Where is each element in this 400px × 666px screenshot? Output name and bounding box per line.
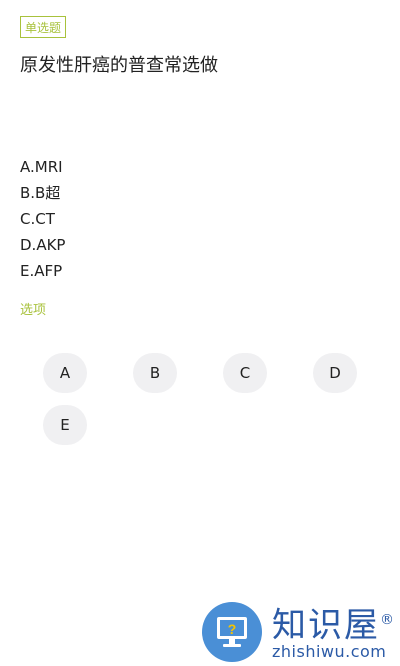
choice-button-c[interactable]: C	[223, 353, 267, 393]
question-page: 单选题 原发性肝癌的普查常选做 A.MRI B.B超 C.CT D.AKP E.…	[0, 0, 400, 666]
choice-button-a[interactable]: A	[43, 353, 87, 393]
choice-button-b[interactable]: B	[133, 353, 177, 393]
choice-button-d[interactable]: D	[313, 353, 357, 393]
option-item-d: D.AKP	[20, 236, 66, 254]
option-item-b: B.B超	[20, 184, 61, 202]
choice-button-e[interactable]: E	[43, 405, 87, 445]
question-type-tag: 单选题	[20, 16, 67, 38]
svg-text:?: ?	[228, 621, 237, 637]
question-text: 原发性肝癌的普查常选做	[20, 55, 218, 76]
choices-label: 选项	[20, 303, 47, 318]
option-item-a: A.MRI	[20, 158, 63, 176]
option-item-c: C.CT	[20, 210, 55, 228]
option-item-e: E.AFP	[20, 262, 63, 280]
watermark-name: 知识屋®	[272, 605, 394, 646]
watermark-domain: zhishiwu.com	[272, 642, 387, 661]
watermark-logo: ? 知识屋® zhishiwu.com	[202, 598, 400, 666]
option-list: A.MRI B.B超 C.CT D.AKP E.AFP	[20, 156, 65, 286]
question-monitor-icon: ?	[202, 602, 262, 662]
